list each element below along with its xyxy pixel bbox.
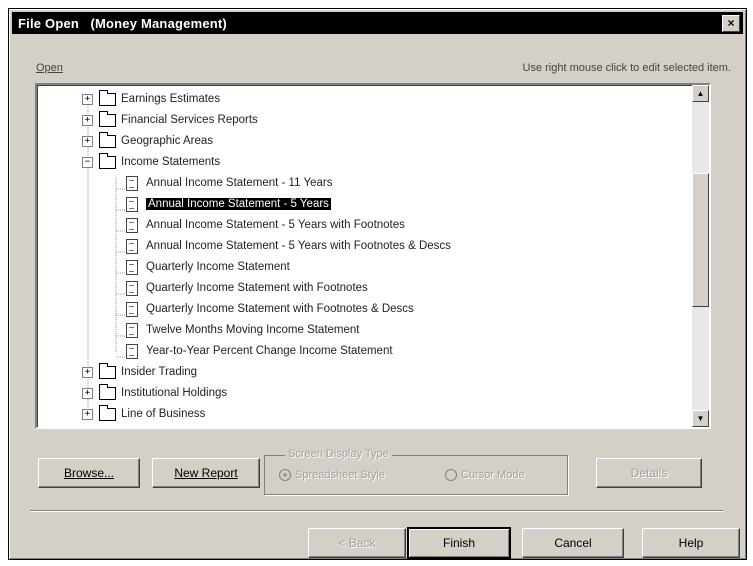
- tree-item-label: Institutional Holdings: [121, 387, 228, 399]
- tree-folder-item[interactable]: + Geographic Areas: [82, 131, 213, 151]
- scroll-up-icon[interactable]: ▲: [692, 85, 709, 102]
- finish-button[interactable]: Finish: [407, 527, 511, 559]
- tree-folder-item[interactable]: + Insider Trading: [82, 362, 197, 382]
- tree-item-label: Quarterly Income Statement with Footnote…: [146, 303, 414, 315]
- expand-icon[interactable]: +: [82, 93, 93, 105]
- tree-report-item[interactable]: Annual Income Statement - 5 Years with F…: [126, 215, 405, 235]
- spreadsheet-style-radio[interactable]: Spreadsheet Style: [279, 469, 385, 481]
- document-icon: [126, 343, 138, 359]
- close-icon[interactable]: ×: [722, 15, 740, 32]
- tree-report-item[interactable]: Quarterly Income Statement with Footnote…: [126, 299, 414, 319]
- document-icon: [126, 322, 138, 338]
- tree-item-label: Income Statements: [121, 156, 221, 168]
- document-icon: [126, 259, 138, 275]
- tree-item-label: Twelve Months Moving Income Statement: [146, 324, 360, 336]
- tree-item-label: Quarterly Income Statement with Footnote…: [146, 282, 368, 294]
- tree-folder-item[interactable]: + Institutional Holdings: [82, 383, 227, 403]
- tree-report-item[interactable]: Annual Income Statement - 5 Years with F…: [126, 236, 451, 256]
- document-icon: [126, 175, 138, 191]
- tree-folder-item[interactable]: + Line of Business: [82, 404, 205, 424]
- folder-icon: [99, 131, 116, 148]
- tree-item-label: Annual Income Statement - 5 Years with F…: [146, 240, 451, 252]
- group-legend: Screen Display Type: [285, 448, 392, 460]
- expand-icon[interactable]: +: [82, 408, 93, 420]
- expand-icon[interactable]: +: [82, 366, 93, 378]
- footer-separator: [30, 510, 723, 512]
- tree-report-item[interactable]: Twelve Months Moving Income Statement: [126, 320, 360, 340]
- cursor-mode-radio[interactable]: Cursor Mode: [445, 469, 525, 481]
- expand-icon[interactable]: +: [82, 135, 93, 147]
- folder-icon: [99, 89, 116, 106]
- tree-report-item[interactable]: Annual Income Statement - 5 Years: [126, 194, 331, 214]
- tree-report-item[interactable]: Year-to-Year Percent Change Income State…: [126, 341, 393, 361]
- tree-item-label: Insider Trading: [121, 366, 198, 378]
- folder-icon: [99, 152, 116, 169]
- tree-item-label: Financial Services Reports: [121, 114, 258, 126]
- document-icon: [126, 196, 138, 212]
- scroll-thumb[interactable]: [692, 173, 709, 307]
- document-icon: [126, 280, 138, 296]
- collapse-icon[interactable]: −: [82, 156, 93, 168]
- report-tree[interactable]: + Earnings Estimates + Financial Services R…: [35, 83, 711, 429]
- document-icon: [126, 217, 138, 233]
- radio-unselected-icon: [445, 469, 457, 481]
- folder-icon: [99, 383, 116, 400]
- folder-icon: [99, 404, 116, 421]
- tree-report-item[interactable]: Quarterly Income Statement with Footnote…: [126, 278, 368, 298]
- help-button[interactable]: Help: [642, 528, 740, 558]
- tree-item-label: Geographic Areas: [121, 135, 214, 147]
- radio-selected-icon: [279, 469, 291, 481]
- tree-folder-item[interactable]: + Earnings Estimates: [82, 89, 220, 109]
- cancel-button[interactable]: Cancel: [522, 528, 624, 558]
- document-icon: [126, 238, 138, 254]
- browse-button[interactable]: Browse...: [38, 458, 140, 488]
- folder-icon: [99, 362, 116, 379]
- edit-hint-text: Use right mouse click to edit selected i…: [522, 62, 731, 74]
- new-report-button[interactable]: New Report: [152, 458, 260, 488]
- tree-scrollbar[interactable]: ▲ ▼: [692, 85, 709, 427]
- screen-display-group: Screen Display Type Spreadsheet Style Cu…: [264, 448, 568, 495]
- tree-report-item[interactable]: Quarterly Income Statement: [126, 257, 290, 277]
- tree-item-label: Line of Business: [121, 408, 206, 420]
- open-label: Open: [36, 62, 63, 74]
- expand-icon[interactable]: +: [82, 387, 93, 399]
- tree-item-label: Year-to-Year Percent Change Income State…: [146, 345, 393, 357]
- title-bar[interactable]: File Open (Money Management) ×: [12, 12, 743, 34]
- tree-report-item[interactable]: Annual Income Statement - 11 Years: [126, 173, 332, 193]
- tree-item-label: Earnings Estimates: [121, 93, 221, 105]
- tree-folder-item[interactable]: + Financial Services Reports: [82, 110, 258, 130]
- document-icon: [126, 301, 138, 317]
- tree-item-label: Quarterly Income Statement: [146, 261, 290, 273]
- back-button[interactable]: < Back: [308, 528, 406, 558]
- tree-item-label: Annual Income Statement - 5 Years with F…: [146, 219, 405, 231]
- tree-item-label: Annual Income Statement - 11 Years: [146, 177, 333, 189]
- folder-icon: [99, 110, 116, 127]
- scroll-down-icon[interactable]: ▼: [692, 410, 709, 427]
- details-button[interactable]: Details: [596, 458, 702, 488]
- window-title: File Open (Money Management): [18, 15, 227, 31]
- tree-folder-item[interactable]: − Income Statements: [82, 152, 220, 172]
- expand-icon[interactable]: +: [82, 114, 93, 126]
- tree-item-label: Annual Income Statement - 5 Years: [146, 198, 331, 210]
